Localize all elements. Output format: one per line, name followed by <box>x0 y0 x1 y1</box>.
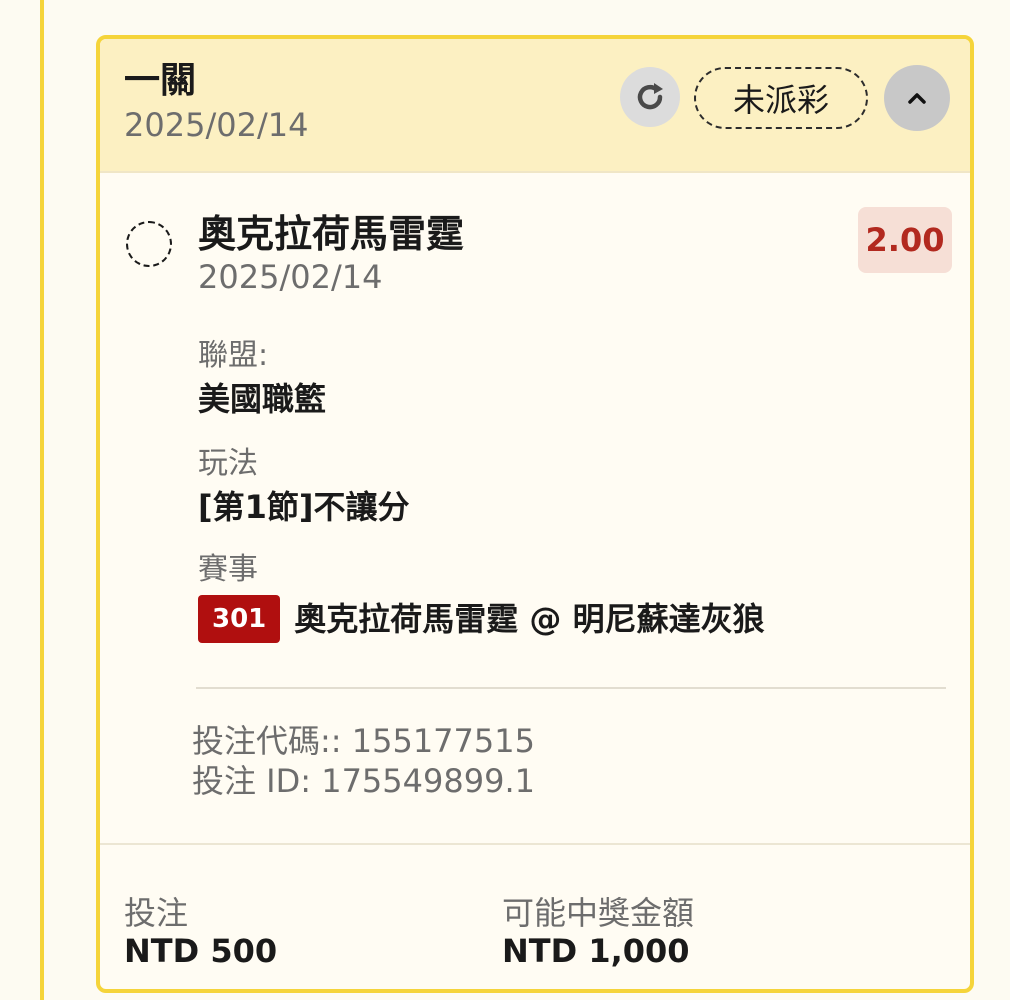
bet-slip-footer: 投注 NTD 500 可能中獎金額 NTD 1,000 <box>100 843 970 989</box>
potential-payout-value: NTD 1,000 <box>502 932 690 970</box>
refresh-icon <box>637 83 663 110</box>
stake-value: NTD 500 <box>124 932 278 970</box>
league-value: 美國職籃 <box>198 380 327 418</box>
divider <box>196 687 946 689</box>
event-row: 301 奧克拉荷馬雷霆 @ 明尼蘇達灰狼 <box>198 595 765 643</box>
selection-date: 2025/02/14 <box>198 258 383 296</box>
odds-badge: 2.00 <box>858 207 952 273</box>
potential-payout-label: 可能中獎金額 <box>502 894 695 932</box>
event-name: 奧克拉荷馬雷霆 @ 明尼蘇達灰狼 <box>294 600 765 638</box>
bet-id: 投注 ID: 175549899.1 <box>192 762 535 800</box>
event-id-badge: 301 <box>198 595 281 643</box>
market-label: 玩法 <box>198 446 258 481</box>
payout-status-badge: 未派彩 <box>694 67 868 129</box>
event-label: 賽事 <box>198 552 258 587</box>
bet-code: 投注代碼:: 155177515 <box>192 722 535 760</box>
refresh-button[interactable] <box>620 67 680 127</box>
selection-status-circle <box>126 221 172 267</box>
left-rail <box>0 0 44 1000</box>
bet-slip-header[interactable]: 一關 2025/02/14 未派彩 <box>100 39 970 173</box>
collapse-button[interactable] <box>884 65 950 131</box>
chevron-up-icon <box>908 93 926 104</box>
bet-type-title: 一關 <box>124 60 197 101</box>
stake-label: 投注 <box>124 894 189 932</box>
market-value: [第1節]不讓分 <box>198 488 410 526</box>
bet-slip-card: 一關 2025/02/14 未派彩 奧克拉荷馬雷霆 2025/02/14 2.0… <box>96 35 974 993</box>
selection-team-name: 奧克拉荷馬雷霆 <box>198 212 465 256</box>
league-label: 聯盟: <box>198 338 269 373</box>
bet-date: 2025/02/14 <box>124 106 309 144</box>
